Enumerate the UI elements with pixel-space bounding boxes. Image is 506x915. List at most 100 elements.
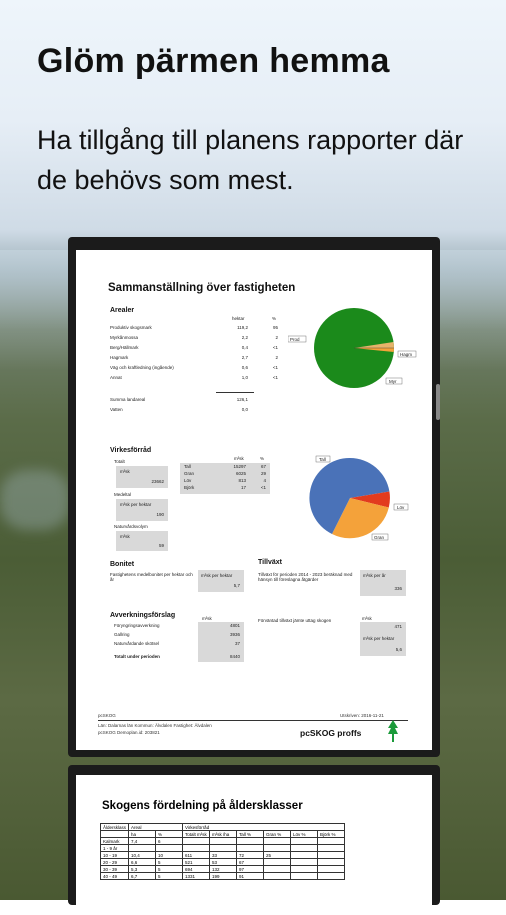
area-row-label: Produktiv skogsmark [110,325,152,330]
section-growth-title: Tillväxt [258,559,282,566]
water-label: Vatten [110,407,123,412]
species-m3: 6025 [235,471,246,476]
table-cell: 91 [236,872,265,880]
table-header-cell: Areal [128,823,184,831]
section-harvest-title: Avverkningsförslag [110,612,176,619]
pie2-label-tall: Tall [319,457,326,462]
report-page-summary[interactable]: Sammanställning över fastigheten Arealer… [76,250,432,750]
area-row-ha: 0,4 [241,345,248,350]
species-name: Löv [184,478,192,483]
footer-line2: pcSKOG Demoplan.id: 203821 [98,730,160,735]
table-cell [263,858,292,866]
table-header-cell: Tall % [236,830,265,838]
species-col-pct: % [260,456,265,461]
table-cell: 25 [263,851,292,859]
table-cell: 694 [182,865,211,873]
species-m3: 813 [238,478,246,483]
table-cell: 611 [182,851,211,859]
area-row-label: Berg/Hällmark [110,345,139,350]
table-row: 40 - 49 6,7 5 1331 199 91 [99,872,346,880]
table-cell [290,837,319,845]
species-m3: 17 [240,485,246,490]
harvest-total-label: Totalt under perioden [114,654,160,659]
table-cell [263,865,292,873]
table-cell [209,837,238,845]
table-cell: 33 [209,851,238,859]
area-row-label: Annat [110,375,122,380]
sum-divider [216,392,254,393]
species-pct: <1 [260,485,266,490]
table-cell: 53 [209,858,238,866]
harvest-aside-unit2: m³sk per hektar [363,636,395,641]
species-m3: 15297 [233,464,246,469]
pie1-label-prod: Prod [290,337,300,342]
area-row-label: Myrkånmossa [110,335,139,340]
table-cell [317,872,346,880]
table-cell: 7,4 [128,837,157,845]
footer-divider [98,720,408,721]
harvest-aside-unit1: m³sk [362,616,372,621]
area-row-ha: 0,6 [241,365,248,370]
table-row: 30 - 39 5,3 5 694 132 97 [99,865,346,873]
section-areas-title: Arealer [110,307,135,314]
table-cell [209,844,238,852]
table-cell [290,851,319,859]
table-cell: 20 - 29 [99,858,130,866]
pie2-label-gran: Gran [374,535,385,540]
footer-left: pcSKOG [98,713,116,718]
area-row-ha: 2,2 [241,335,248,340]
harvest-total-value: 8440 [229,654,240,659]
table-header-cell: Virkesförråd [182,823,346,831]
promo-title: Glöm pärmen hemma [37,42,390,80]
area-row-label: Hagmark [110,355,129,360]
table-cell: 72 [236,851,265,859]
table-cell [236,844,265,852]
table-header-cell: Åldersklass [99,823,130,831]
table-cell: 5,3 [128,865,157,873]
table-header-cell: m³sk /ha [209,830,238,838]
table-cell: 40 - 49 [99,872,130,880]
area-row-pct: 2 [275,335,278,340]
harvest-row-label: Gallring [114,632,130,637]
harvest-unit: m³sk [202,616,212,621]
table-cell: 6 [155,837,184,845]
species-pct: 4 [263,478,266,483]
volume-reserve-unit: m³sk [120,534,130,539]
table-cell [182,844,211,852]
growth-value: 336 [394,586,402,591]
sum-label: Summa landareal [110,397,146,402]
table-cell [263,837,292,845]
tree-logo-icon [388,720,398,742]
tablet-side-button [436,384,440,420]
table-cell: 10,4 [128,851,157,859]
bonitet-text: Fastighetens medelbonitet per hektar och… [110,572,193,582]
table-cell [290,844,319,852]
table-row: Kalmark 7,4 6 [99,837,346,845]
report-heading: Sammanställning över fastigheten [108,282,296,294]
volume-reserve-value: 59 [158,543,164,548]
bonitet-unit: m³sk per hektar [201,573,233,578]
area-row-ha: 2,7 [241,355,248,360]
table-cell [317,837,346,845]
table-cell [317,858,346,866]
table-header-cell: Totalt m³sk [182,830,211,838]
table-cell: 30 - 39 [99,865,130,873]
table-cell: 10 - 19 [99,851,130,859]
age-class-table: Åldersklass Areal Virkesförråd ha % Tota… [99,823,346,880]
table-cell: 1331 [182,872,211,880]
species-pct: 67 [260,464,266,469]
report-page-age-classes[interactable]: Skogens fördelning på åldersklasser Ålde… [76,775,432,915]
area-row-pct: <1 [272,375,278,380]
volume-total-label: Totalt [114,459,125,464]
harvest-aside-text: Förväntad tillväxt jämte uttag skogen [258,618,332,623]
species-name: Tall [184,464,191,469]
sum-value: 126,1 [236,397,248,402]
table-cell [263,844,292,852]
area-row-pct: <1 [272,345,278,350]
table-cell [182,837,211,845]
harvest-row-label: Naturvårdande skötsel [114,641,160,646]
area-row-ha: 119,2 [237,325,248,330]
table-cell [317,851,346,859]
area-row-ha: 1,0 [241,375,248,380]
table-cell: 132 [209,865,238,873]
